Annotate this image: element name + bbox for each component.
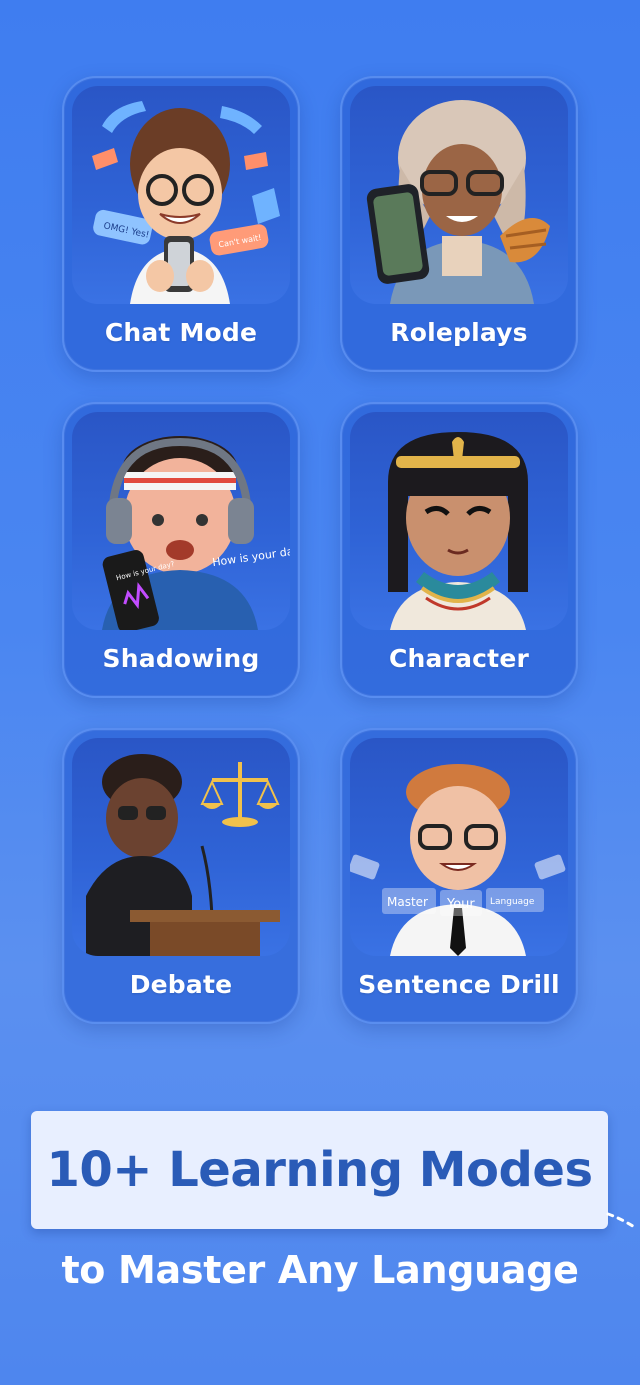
decorative-dots-icon: [606, 1212, 638, 1230]
mode-label-shadowing: Shadowing: [102, 644, 260, 673]
drill-word-2: Your: [446, 897, 475, 912]
drill-word-3: Language: [490, 897, 535, 907]
character-avatar-icon: [350, 412, 568, 630]
headline-banner: 10+ Learning Modes: [31, 1111, 608, 1229]
mode-card-chat[interactable]: OMG! Yes! Can't wait! Chat Mode: [62, 76, 300, 372]
mode-label-sentence-drill: Sentence Drill: [358, 970, 560, 999]
mode-card-roleplays[interactable]: Roleplays: [340, 76, 578, 372]
chat-avatar-icon: OMG! Yes! Can't wait!: [72, 86, 290, 304]
mode-card-shadowing[interactable]: How is your day? How is your day? Shadow…: [62, 402, 300, 698]
drill-word-1: Master: [387, 895, 428, 909]
mode-label-debate: Debate: [129, 970, 233, 999]
shadowing-avatar-icon: How is your day? How is your day?: [72, 412, 290, 630]
mode-label-roleplays: Roleplays: [390, 318, 528, 347]
mode-card-character[interactable]: Character: [340, 402, 578, 698]
sentence-drill-avatar-icon: Master Your Language: [350, 738, 568, 956]
headline-title: 10+ Learning Modes: [46, 1142, 593, 1198]
headline-subtitle: to Master Any Language: [61, 1248, 579, 1292]
modes-grid: OMG! Yes! Can't wait! Chat Mode Roleplay…: [62, 76, 578, 1024]
roleplay-avatar-icon: [350, 86, 568, 304]
scales-icon: [200, 762, 280, 827]
debate-avatar-icon: [72, 738, 290, 956]
mode-label-chat: Chat Mode: [104, 318, 258, 347]
mode-label-character: Character: [388, 644, 530, 673]
mode-card-sentence-drill[interactable]: Master Your Language Sentence Drill: [340, 728, 578, 1024]
mode-card-debate[interactable]: Debate: [62, 728, 300, 1024]
